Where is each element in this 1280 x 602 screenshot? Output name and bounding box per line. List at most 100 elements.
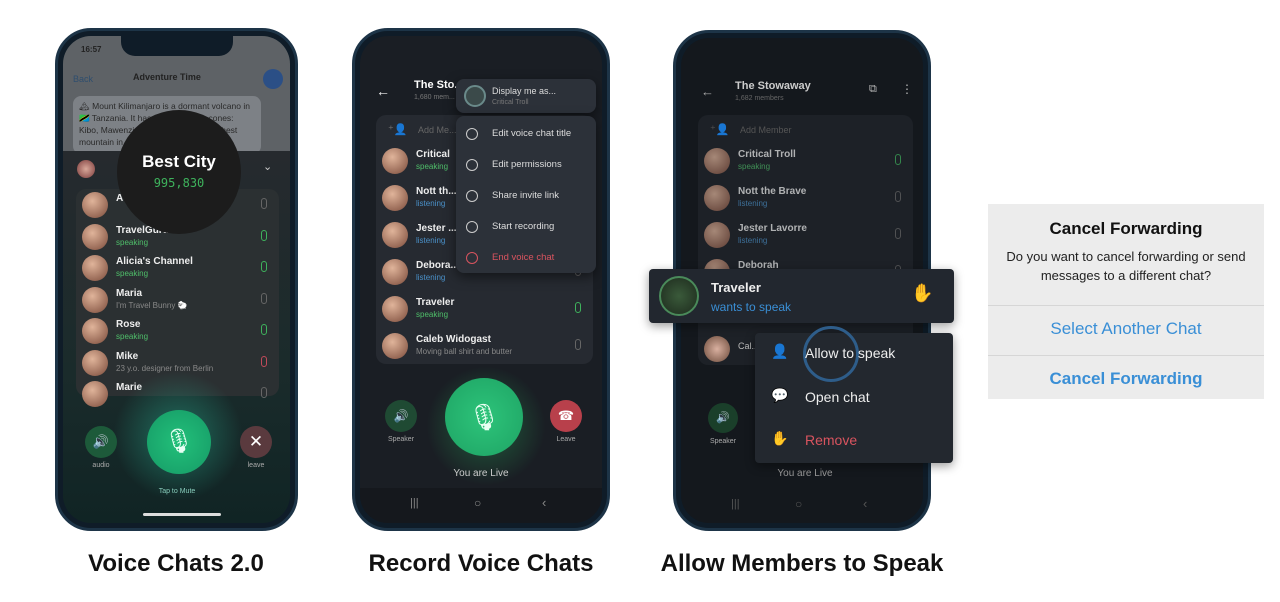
back-button[interactable]: Back [73, 74, 93, 84]
participant-status: speaking [738, 162, 771, 171]
participant-name: Caleb Widogast [416, 334, 491, 345]
menu-item-label: Allow to speak [805, 345, 896, 361]
participant-row[interactable]: Critical Troll speaking [698, 145, 913, 177]
menu-item[interactable]: Share invite link [456, 190, 596, 204]
participant-row[interactable]: Caleb Widogast Moving ball shirt and but… [376, 330, 593, 362]
mute-button[interactable]: 🎙 [147, 410, 211, 474]
more-options-icon[interactable]: ⋮ [901, 82, 913, 96]
speaker-button[interactable]: 🔊 [708, 403, 738, 433]
leave-button[interactable]: ☎ [550, 400, 582, 432]
menu-item-label: Share invite link [492, 190, 560, 201]
participant-status: listening [416, 236, 446, 245]
microphone-icon[interactable] [261, 324, 267, 335]
participant-name: Maria [116, 287, 143, 299]
back-nav-icon[interactable]: ‹ [863, 496, 867, 511]
microphone-icon[interactable] [261, 261, 267, 272]
home-indicator[interactable] [143, 513, 221, 516]
participant-row[interactable]: Maria I'm Travel Bunny 🐑 [76, 284, 279, 316]
phone-voice-chats: 16:57 Back Adventure Time 🏔 Mount Kilima… [55, 28, 298, 531]
menu-item-remove[interactable]: ✋ Remove [755, 428, 953, 454]
menu-item-allow-to-speak[interactable]: 👤 Allow to speak [755, 341, 953, 367]
speak-request-card[interactable]: Traveler wants to speak ✋ [649, 269, 954, 323]
recents-icon[interactable]: ||| [731, 498, 740, 510]
add-member-button[interactable]: Add Member [740, 125, 792, 135]
back-arrow-icon[interactable]: ← [701, 84, 714, 99]
my-avatar[interactable] [77, 160, 95, 178]
microphone-icon[interactable] [895, 228, 901, 239]
microphone-icon[interactable] [261, 387, 267, 398]
avatar [382, 333, 408, 359]
menu-item-label: Open chat [805, 389, 870, 405]
participant-row[interactable]: Alicia's Channel speaking [76, 252, 279, 284]
avatar [382, 296, 408, 322]
add-member-icon[interactable]: ⁺👤 [710, 123, 730, 136]
microphone-icon[interactable] [575, 302, 581, 313]
voice-chat-options-menu: Edit voice chat title Edit permissions Sha… [456, 116, 596, 273]
caption-allow-members-to-speak: Allow Members to Speak [660, 550, 944, 577]
speaker-label: Speaker [709, 438, 737, 445]
menu-item[interactable]: Edit voice chat title [456, 128, 596, 142]
add-member-button[interactable]: Add Me... [418, 125, 457, 135]
screen-share-icon[interactable]: ⧉ [869, 83, 877, 96]
title-spotlight [117, 110, 241, 234]
microphone-icon[interactable] [895, 191, 901, 202]
microphone-icon[interactable] [261, 355, 267, 367]
nav-bar: ||| ○ ‹ [681, 490, 923, 523]
microphone-icon[interactable] [261, 198, 267, 209]
menu-item[interactable]: Edit permissions [456, 159, 596, 173]
audio-label: audio [92, 462, 110, 469]
nav-bar: ||| ○ ‹ [360, 488, 602, 523]
microphone-icon[interactable] [575, 339, 581, 350]
participant-name: Traveler [416, 297, 455, 308]
avatar [82, 381, 108, 407]
listener-count: 995,830 [153, 176, 205, 190]
participant-status: speaking [116, 269, 149, 278]
menu-item-label: Start recording [492, 221, 555, 232]
participant-row[interactable]: Traveler speaking [376, 293, 593, 325]
avatar [382, 148, 408, 174]
participant-row[interactable]: Jester Lavorre listening [698, 219, 913, 251]
microphone-icon[interactable] [261, 292, 267, 304]
participant-row[interactable]: Rose speaking [76, 315, 279, 347]
speaker-icon: 🔊 [92, 434, 110, 449]
menu-item[interactable]: Start recording [456, 221, 596, 235]
back-arrow-icon[interactable]: ← [376, 83, 390, 99]
participant-status: listening [738, 199, 768, 208]
display-as-value: Critical Troll [492, 99, 529, 106]
microphone-icon[interactable] [261, 229, 267, 241]
cancel-forwarding-button[interactable]: Cancel Forwarding [988, 369, 1264, 389]
add-member-icon[interactable]: ⁺👤 [388, 123, 408, 136]
menu-item-open-chat[interactable]: 💬 Open chat [755, 385, 953, 411]
speaker-button[interactable]: 🔊 [385, 400, 417, 432]
menu-item-label: Edit voice chat title [492, 128, 572, 139]
home-icon[interactable]: ○ [474, 496, 481, 510]
menu-item[interactable]: End voice chat [456, 252, 596, 266]
cancel-forwarding-dialog: Cancel Forwarding Do you want to cancel … [988, 204, 1264, 399]
participant-status: speaking [116, 237, 149, 247]
avatar [82, 255, 108, 281]
requester-status: wants to speak [711, 300, 792, 314]
select-another-chat-button[interactable]: Select Another Chat [988, 319, 1264, 339]
microphone-button[interactable]: 🎙 [445, 378, 523, 456]
record-icon [466, 221, 478, 233]
speaker-icon: 🔊 [716, 412, 730, 424]
live-status: You are Live [777, 468, 833, 479]
avatar [704, 222, 730, 248]
display-as-menu[interactable]: Display me as... Critical Troll [456, 79, 596, 113]
participant-row[interactable]: Nott the Brave listening [698, 182, 913, 214]
audio-button[interactable]: 🔊 [85, 426, 117, 458]
participant-status: listening [416, 273, 446, 282]
home-icon[interactable]: ○ [795, 497, 802, 511]
dialog-message: Do you want to cancel forwarding or send… [1006, 249, 1246, 283]
participant-name: Mike [116, 350, 139, 362]
leave-button[interactable]: ✕ [240, 426, 272, 458]
back-nav-icon[interactable]: ‹ [542, 495, 546, 510]
participant-status: listening [738, 236, 768, 245]
chevron-down-icon[interactable]: ⌄ [263, 160, 272, 173]
participant-status: speaking [416, 310, 449, 319]
avatar [704, 185, 730, 211]
microphone-icon[interactable] [895, 154, 901, 165]
participant-name: Rose [116, 319, 141, 330]
chat-avatar[interactable] [263, 69, 283, 89]
recents-icon[interactable]: ||| [410, 497, 419, 509]
